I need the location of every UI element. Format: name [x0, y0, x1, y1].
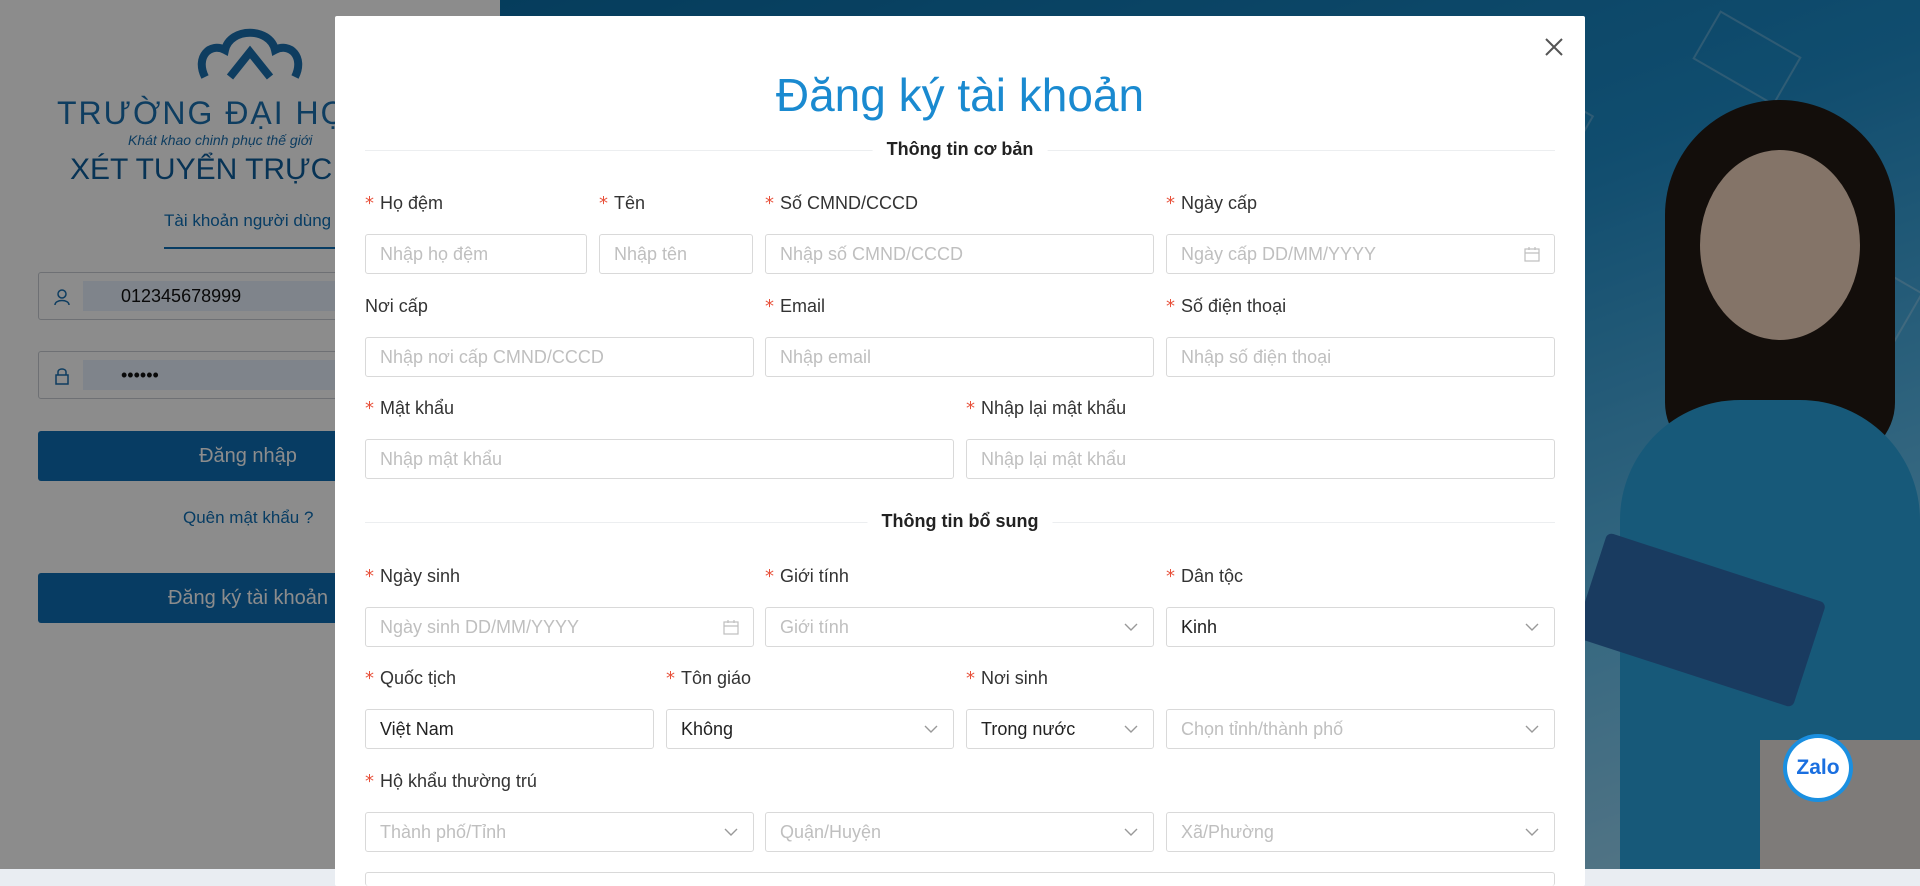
- label-ten: * Tên: [599, 193, 646, 214]
- required-mark: *: [666, 668, 675, 689]
- label-mat-khau: * Mật khẩu: [365, 398, 455, 419]
- section-title-extra: Thông tin bổ sung: [867, 511, 1053, 532]
- label-ngay-cap: * Ngày cấp: [1166, 193, 1258, 214]
- label-ho-dem: * Họ đệm: [365, 193, 444, 214]
- ton-giao-select[interactable]: Không: [666, 709, 954, 749]
- email-input[interactable]: Nhập email: [765, 337, 1154, 377]
- label-cmnd: * Số CMND/CCCD: [765, 193, 919, 214]
- chevron-down-icon: [1124, 725, 1138, 733]
- section-title-basic: Thông tin cơ bản: [872, 139, 1048, 160]
- calendar-icon: [1524, 247, 1540, 262]
- close-icon[interactable]: [1543, 36, 1565, 58]
- label-so-dien-thoai: * Số điện thoại: [1166, 296, 1287, 317]
- required-mark: *: [599, 193, 608, 214]
- gioi-tinh-select[interactable]: Giới tính: [765, 607, 1154, 647]
- required-mark: *: [1166, 566, 1175, 587]
- dan-toc-select[interactable]: Kinh: [1166, 607, 1555, 647]
- required-mark: *: [1166, 296, 1175, 317]
- label-ngay-sinh: * Ngày sinh: [365, 566, 461, 587]
- chevron-down-icon: [1525, 623, 1539, 631]
- required-mark: *: [765, 193, 774, 214]
- chevron-down-icon: [1525, 725, 1539, 733]
- noi-cap-input[interactable]: Nhập nơi cấp CMND/CCCD: [365, 337, 754, 377]
- calendar-icon: [723, 620, 739, 635]
- mat-khau-input[interactable]: Nhập mật khẩu: [365, 439, 954, 479]
- so-dien-thoai-input[interactable]: Nhập số điện thoại: [1166, 337, 1555, 377]
- required-mark: *: [966, 398, 975, 419]
- required-mark: *: [365, 668, 374, 689]
- chevron-down-icon: [724, 828, 738, 836]
- required-mark: *: [365, 771, 374, 792]
- zalo-chat-button[interactable]: Zalo: [1787, 738, 1849, 798]
- chevron-down-icon: [1124, 828, 1138, 836]
- label-quoc-tich: * Quốc tịch: [365, 668, 457, 689]
- nhap-lai-mat-khau-input[interactable]: Nhập lại mật khẩu: [966, 439, 1555, 479]
- required-mark: *: [365, 193, 374, 214]
- required-mark: *: [966, 668, 975, 689]
- chevron-down-icon: [1525, 828, 1539, 836]
- modal-title: Đăng ký tài khoản: [775, 69, 1145, 121]
- xa-phuong-select[interactable]: Xã/Phường: [1166, 812, 1555, 852]
- thanh-pho-tinh-select[interactable]: Thành phố/Tỉnh: [365, 812, 754, 852]
- label-email: * Email: [765, 296, 826, 317]
- label-nhap-lai-mat-khau: * Nhập lại mật khẩu: [966, 398, 1127, 419]
- label-gioi-tinh: * Giới tính: [765, 566, 849, 587]
- quoc-tich-input[interactable]: Việt Nam: [365, 709, 654, 749]
- cmnd-input[interactable]: Nhập số CMND/CCCD: [765, 234, 1154, 274]
- label-ton-giao: * Tôn giáo: [666, 668, 752, 689]
- required-mark: *: [365, 398, 374, 419]
- label-noi-cap: Nơi cấp: [365, 296, 428, 316]
- chevron-down-icon: [924, 725, 938, 733]
- required-mark: *: [765, 296, 774, 317]
- required-mark: *: [765, 566, 774, 587]
- label-ho-khau: * Hộ khẩu thường trú: [365, 771, 537, 792]
- tinh-thanh-pho-select[interactable]: Chọn tỉnh/thành phố: [1166, 709, 1555, 749]
- register-modal: Đăng ký tài khoản Thông tin cơ bản * Họ đ…: [335, 16, 1585, 886]
- ten-input[interactable]: Nhập tên: [599, 234, 753, 274]
- label-noi-sinh: * Nơi sinh: [966, 668, 1048, 689]
- required-mark: *: [1166, 193, 1175, 214]
- label-dan-toc: * Dân tộc: [1166, 566, 1244, 587]
- ngay-sinh-datepicker[interactable]: Ngày sinh DD/MM/YYYY: [365, 607, 754, 647]
- chevron-down-icon: [1124, 623, 1138, 631]
- noi-sinh-select[interactable]: Trong nước: [966, 709, 1154, 749]
- required-mark: *: [365, 566, 374, 587]
- quan-huyen-select[interactable]: Quận/Huyện: [765, 812, 1154, 852]
- next-row-input-partial[interactable]: [365, 872, 1555, 886]
- ho-dem-input[interactable]: Nhập họ đệm: [365, 234, 587, 274]
- ngay-cap-datepicker[interactable]: Ngày cấp DD/MM/YYYY: [1166, 234, 1555, 274]
